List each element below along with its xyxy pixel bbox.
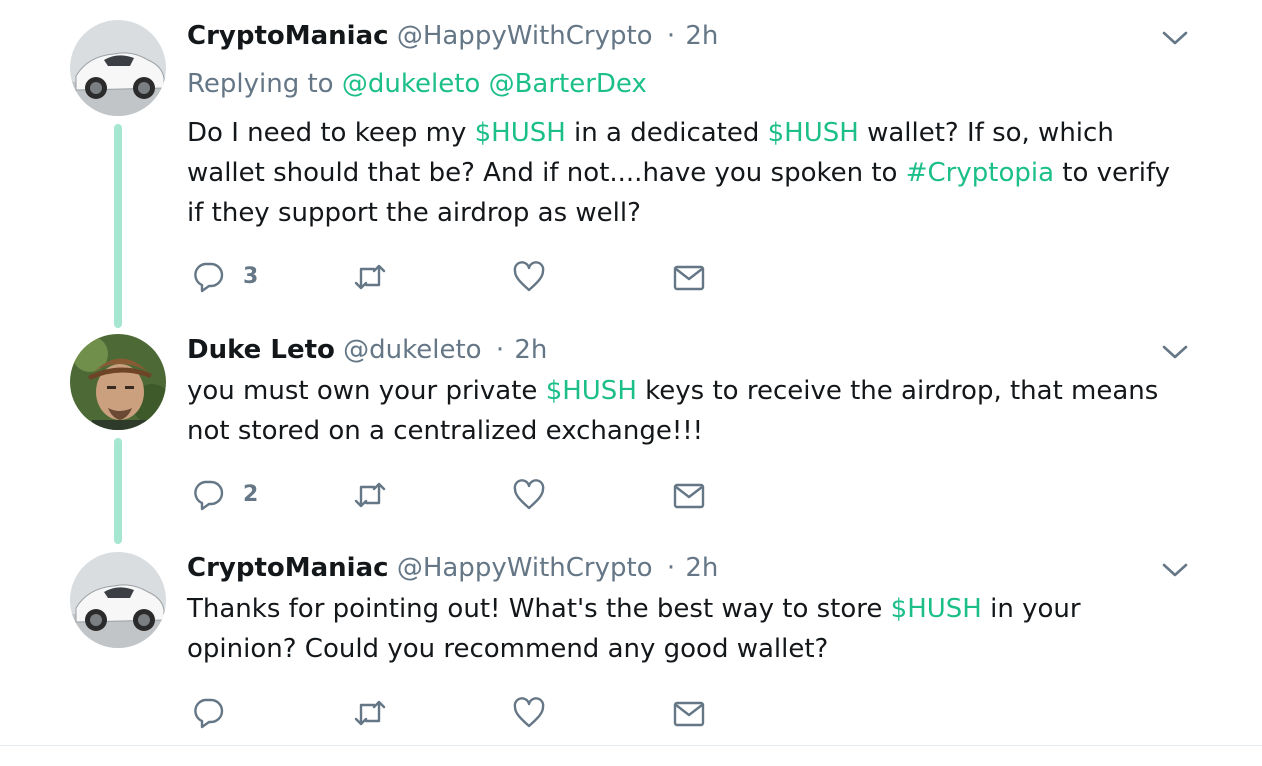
direct-message-button[interactable] xyxy=(672,693,706,733)
retweet-button[interactable] xyxy=(352,693,388,733)
hashtag-link[interactable]: #Cryptopia xyxy=(906,158,1054,188)
avatar[interactable] xyxy=(70,20,166,116)
envelope-icon xyxy=(672,260,706,294)
white-sports-car-image xyxy=(70,20,166,116)
replying-to-label: Replying to xyxy=(187,69,334,99)
mention-link[interactable]: @BarterDex xyxy=(489,69,647,99)
reply-icon xyxy=(191,260,225,294)
user-handle[interactable]: @HappyWithCrypto xyxy=(397,21,653,51)
reply-icon xyxy=(191,696,225,730)
reply-count: 3 xyxy=(243,264,259,289)
separator-dot: · xyxy=(495,335,505,365)
like-button[interactable] xyxy=(512,257,546,297)
cashtag-link[interactable]: $HUSH xyxy=(891,594,982,624)
direct-message-button[interactable] xyxy=(672,475,706,515)
separator-dot: · xyxy=(666,21,676,51)
tweet-thread: CryptoManiac @HappyWithCrypto · 2h Reply… xyxy=(0,0,1262,766)
like-button[interactable] xyxy=(512,693,546,733)
reply-button[interactable] xyxy=(191,693,243,733)
thread-connector-line xyxy=(114,124,122,328)
reply-button[interactable]: 3 xyxy=(191,257,258,297)
display-name[interactable]: CryptoManiac xyxy=(187,21,389,51)
reply-icon xyxy=(191,478,225,512)
retweet-button[interactable] xyxy=(352,257,388,297)
retweet-icon xyxy=(352,696,388,730)
text-segment: in a dedicated xyxy=(565,118,768,148)
heart-icon xyxy=(512,478,546,512)
man-with-cap-image xyxy=(70,334,166,430)
avatar[interactable] xyxy=(70,552,166,648)
tweet-text: Thanks for pointing out! What's the best… xyxy=(187,589,1177,669)
user-handle[interactable]: @dukeleto xyxy=(343,335,481,365)
separator-dot: · xyxy=(666,553,676,583)
divider xyxy=(0,745,1262,746)
tweet-header: CryptoManiac @HappyWithCrypto · 2h xyxy=(187,553,718,583)
display-name[interactable]: Duke Leto xyxy=(187,335,335,365)
reply-count: 2 xyxy=(243,482,259,507)
tweet-actions: 3 xyxy=(187,257,747,297)
retweet-button[interactable] xyxy=(352,475,388,515)
white-sports-car-image xyxy=(70,552,166,648)
user-handle[interactable]: @HappyWithCrypto xyxy=(397,553,653,583)
mention-link[interactable]: @dukeleto xyxy=(342,69,480,99)
envelope-icon xyxy=(672,478,706,512)
chevron-down-icon[interactable] xyxy=(1160,558,1190,582)
reply-button[interactable]: 2 xyxy=(191,475,258,515)
like-button[interactable] xyxy=(512,475,546,515)
retweet-icon xyxy=(352,260,388,294)
timestamp[interactable]: 2h xyxy=(514,335,547,365)
tweet-actions: 2 xyxy=(187,475,747,515)
text-segment: Do I need to keep my xyxy=(187,118,475,148)
text-segment: you must own your private xyxy=(187,376,546,406)
direct-message-button[interactable] xyxy=(672,257,706,297)
display-name[interactable]: CryptoManiac xyxy=(187,553,389,583)
heart-icon xyxy=(512,260,546,294)
tweet-actions xyxy=(187,693,747,733)
replying-to-line: Replying to @dukeleto @BarterDex xyxy=(187,69,647,99)
tweet-text: Do I need to keep my $HUSH in a dedicate… xyxy=(187,113,1177,233)
text-segment: Thanks for pointing out! What's the best… xyxy=(187,594,891,624)
tweet-text: you must own your private $HUSH keys to … xyxy=(187,371,1177,451)
thread-connector-line xyxy=(114,438,122,544)
heart-icon xyxy=(512,696,546,730)
cashtag-link[interactable]: $HUSH xyxy=(546,376,637,406)
cashtag-link[interactable]: $HUSH xyxy=(475,118,566,148)
timestamp[interactable]: 2h xyxy=(685,21,718,51)
tweet-header: Duke Leto @dukeleto · 2h xyxy=(187,335,547,365)
tweet-header: CryptoManiac @HappyWithCrypto · 2h xyxy=(187,21,718,51)
avatar[interactable] xyxy=(70,334,166,430)
chevron-down-icon[interactable] xyxy=(1160,340,1190,364)
envelope-icon xyxy=(672,696,706,730)
chevron-down-icon[interactable] xyxy=(1160,26,1190,50)
timestamp[interactable]: 2h xyxy=(685,553,718,583)
cashtag-link[interactable]: $HUSH xyxy=(768,118,859,148)
retweet-icon xyxy=(352,478,388,512)
